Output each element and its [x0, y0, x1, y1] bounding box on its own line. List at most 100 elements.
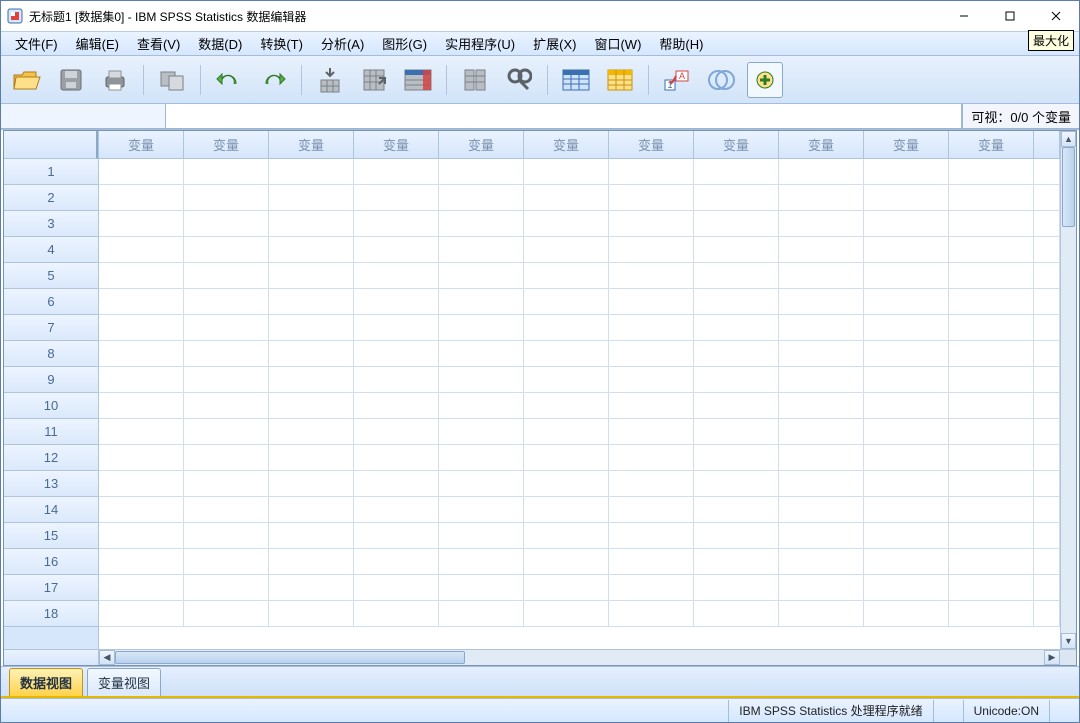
row-header[interactable]: 6 [4, 289, 98, 315]
grid-cell[interactable] [1034, 497, 1060, 522]
grid-cell[interactable] [609, 497, 694, 522]
grid-cell[interactable] [439, 419, 524, 444]
grid-cell[interactable] [1034, 575, 1060, 600]
column-header[interactable]: 变量 [354, 131, 439, 158]
grid-cell[interactable] [524, 237, 609, 262]
grid-cell[interactable] [439, 497, 524, 522]
grid-cell[interactable] [779, 419, 864, 444]
grid-cell[interactable] [779, 237, 864, 262]
grid-cell[interactable] [949, 211, 1034, 236]
grid-cell[interactable] [864, 549, 949, 574]
grid-cell[interactable] [864, 367, 949, 392]
grid-cell[interactable] [269, 497, 354, 522]
grid-cell[interactable] [439, 263, 524, 288]
grid-cell[interactable] [949, 237, 1034, 262]
grid-cell[interactable] [269, 575, 354, 600]
grid-cell[interactable] [949, 263, 1034, 288]
grid-cell[interactable] [779, 497, 864, 522]
run-descriptives-button[interactable] [457, 62, 493, 98]
grid-cell[interactable] [439, 185, 524, 210]
grid-cell[interactable] [864, 237, 949, 262]
undo-button[interactable] [211, 62, 247, 98]
grid-cell[interactable] [609, 315, 694, 340]
grid-cell[interactable] [609, 211, 694, 236]
grid-cell[interactable] [99, 393, 184, 418]
grid-cell[interactable] [1034, 159, 1060, 184]
grid-cell[interactable] [694, 341, 779, 366]
grid-cell[interactable] [864, 211, 949, 236]
grid-cell[interactable] [269, 601, 354, 626]
column-header[interactable]: 变量 [184, 131, 269, 158]
grid-cell[interactable] [949, 393, 1034, 418]
row-header[interactable]: 11 [4, 419, 98, 445]
grid-cell[interactable] [439, 601, 524, 626]
grid-cell[interactable] [949, 471, 1034, 496]
scroll-up-arrow-icon[interactable]: ▲ [1061, 131, 1076, 147]
grid-cell[interactable] [269, 211, 354, 236]
grid-cell[interactable] [184, 445, 269, 470]
grid-cell[interactable] [949, 315, 1034, 340]
grid-cell[interactable] [524, 419, 609, 444]
row-header[interactable]: 9 [4, 367, 98, 393]
menu-graphs[interactable]: 图形(G) [374, 32, 435, 55]
grid-cell[interactable] [524, 549, 609, 574]
grid-cell[interactable] [609, 237, 694, 262]
grid-cell[interactable] [949, 523, 1034, 548]
grid-cell[interactable] [864, 263, 949, 288]
grid-cell[interactable] [184, 237, 269, 262]
grid-cell[interactable] [524, 341, 609, 366]
addon-button[interactable] [747, 62, 783, 98]
grid-cell[interactable] [184, 367, 269, 392]
recall-dialog-button[interactable] [154, 62, 190, 98]
grid-cell[interactable] [609, 185, 694, 210]
grid-cell[interactable] [1034, 549, 1060, 574]
grid-cell[interactable] [1034, 341, 1060, 366]
menu-view[interactable]: 查看(V) [129, 32, 188, 55]
grid-cell[interactable] [184, 211, 269, 236]
grid-cell[interactable] [184, 185, 269, 210]
grid-cell[interactable] [354, 471, 439, 496]
grid-cell[interactable] [864, 185, 949, 210]
goto-variable-button[interactable] [356, 62, 392, 98]
grid-cell[interactable] [269, 367, 354, 392]
grid-cell[interactable] [779, 211, 864, 236]
grid-cell[interactable] [269, 341, 354, 366]
grid-cell[interactable] [99, 497, 184, 522]
grid-cell[interactable] [354, 549, 439, 574]
grid-cell[interactable] [99, 185, 184, 210]
grid-cell[interactable] [694, 523, 779, 548]
grid-cell[interactable] [694, 445, 779, 470]
grid-cell[interactable] [694, 263, 779, 288]
grid-cell[interactable] [99, 315, 184, 340]
grid-cell[interactable] [99, 237, 184, 262]
grid-cell[interactable] [524, 185, 609, 210]
grid-cell[interactable] [949, 445, 1034, 470]
grid-cell[interactable] [694, 185, 779, 210]
grid-cell[interactable] [949, 601, 1034, 626]
grid-cell[interactable] [354, 393, 439, 418]
grid-cell[interactable] [779, 445, 864, 470]
grid-cell[interactable] [269, 393, 354, 418]
grid-cell[interactable] [184, 341, 269, 366]
grid-cell[interactable] [439, 471, 524, 496]
grid-cell[interactable] [1034, 367, 1060, 392]
grid-cell[interactable] [354, 341, 439, 366]
grid-cell[interactable] [439, 549, 524, 574]
grid-cell[interactable] [864, 575, 949, 600]
grid-cell[interactable] [1034, 419, 1060, 444]
grid-cell[interactable] [354, 211, 439, 236]
grid-cell[interactable] [439, 393, 524, 418]
grid-cell[interactable] [184, 315, 269, 340]
grid-cell[interactable] [99, 367, 184, 392]
value-labels-button[interactable]: A1 [659, 62, 695, 98]
grid-cell[interactable] [949, 549, 1034, 574]
grid-cell[interactable] [864, 497, 949, 522]
grid-cell[interactable] [609, 471, 694, 496]
row-header[interactable]: 7 [4, 315, 98, 341]
grid-cell[interactable] [864, 315, 949, 340]
grid-cell[interactable] [184, 601, 269, 626]
grid-cell[interactable] [269, 237, 354, 262]
maximize-button[interactable] [987, 1, 1033, 31]
grid-cell[interactable] [269, 315, 354, 340]
cell-value-input[interactable] [166, 104, 962, 129]
